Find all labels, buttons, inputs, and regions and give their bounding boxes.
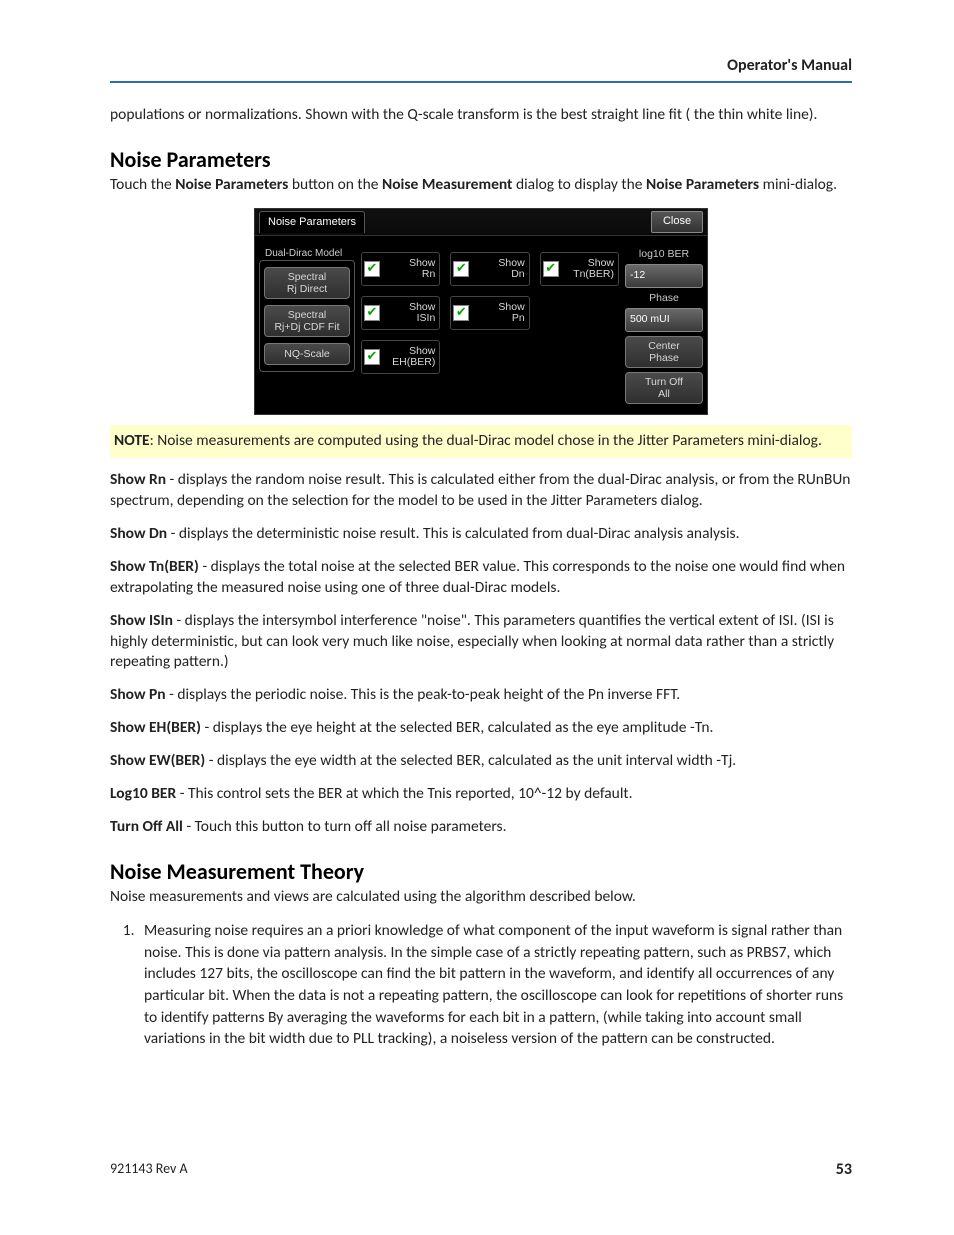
param-show-pn: Show Pn - displays the periodic noise. T… xyxy=(110,685,852,706)
section1-lead: Touch the Noise Parameters button on the… xyxy=(110,175,852,196)
phase-field[interactable]: 500 mUI xyxy=(625,308,703,332)
show-isin-checkbox[interactable]: ✔ ShowISIn xyxy=(361,296,440,330)
spectral-rj-dj-cdf-fit-button[interactable]: SpectralRj+Dj CDF Fit xyxy=(264,305,350,337)
nq-scale-button[interactable]: NQ-Scale xyxy=(264,343,350,365)
log10-ber-label: log10 BER xyxy=(625,248,703,260)
checkmark-icon: ✔ xyxy=(364,261,380,277)
checkmark-icon: ✔ xyxy=(543,261,559,277)
param-show-ew-ber: Show EW(BER) - displays the eye width at… xyxy=(110,751,852,772)
intro-paragraph: populations or normalizations. Shown wit… xyxy=(110,105,852,126)
param-turn-off-all: Turn Off All - Touch this button to turn… xyxy=(110,817,852,838)
section-noise-theory-heading: Noise Measurement Theory xyxy=(110,858,852,885)
header-rule xyxy=(110,81,852,83)
show-pn-checkbox[interactable]: ✔ ShowPn xyxy=(450,296,529,330)
close-button[interactable]: Close xyxy=(651,211,703,233)
spectral-rj-direct-button[interactable]: SpectralRj Direct xyxy=(264,267,350,299)
param-show-dn: Show Dn - displays the deterministic noi… xyxy=(110,524,852,545)
turn-off-all-button[interactable]: Turn OffAll xyxy=(625,372,703,404)
footer-page-number: 53 xyxy=(836,1160,852,1179)
show-rn-checkbox[interactable]: ✔ ShowRn xyxy=(361,252,440,286)
note-box: NOTE: Noise measurements are computed us… xyxy=(110,425,852,458)
noise-parameters-dialog: Noise Parameters Close Dual-Dirac Model … xyxy=(254,208,708,415)
checkmark-icon: ✔ xyxy=(453,261,469,277)
tab-noise-parameters[interactable]: Noise Parameters xyxy=(259,211,365,233)
checkmark-icon: ✔ xyxy=(364,349,380,365)
section2-lead: Noise measurements and views are calcula… xyxy=(110,887,852,908)
checkmark-icon: ✔ xyxy=(453,305,469,321)
footer-rev: 921143 Rev A xyxy=(110,1160,188,1179)
show-tn-ber-checkbox[interactable]: ✔ ShowTn(BER) xyxy=(540,252,619,286)
section-noise-parameters-heading: Noise Parameters xyxy=(110,146,852,173)
param-show-rn: Show Rn - displays the random noise resu… xyxy=(110,470,852,512)
checkmark-icon: ✔ xyxy=(364,305,380,321)
param-show-isin: Show ISIn - displays the intersymbol int… xyxy=(110,611,852,674)
param-log10-ber: Log10 BER - This control sets the BER at… xyxy=(110,784,852,805)
dual-dirac-group-label: Dual-Dirac Model xyxy=(263,248,355,259)
page-header: Operator's Manual xyxy=(110,56,852,81)
show-dn-checkbox[interactable]: ✔ ShowDn xyxy=(450,252,529,286)
phase-label: Phase xyxy=(625,292,703,304)
show-eh-ber-checkbox[interactable]: ✔ ShowEH(BER) xyxy=(361,340,440,374)
param-show-eh-ber: Show EH(BER) - displays the eye height a… xyxy=(110,718,852,739)
theory-item-1: Measuring noise requires an a priori kno… xyxy=(138,920,852,1050)
center-phase-button[interactable]: CenterPhase xyxy=(625,336,703,368)
param-show-tn-ber: Show Tn(BER) - displays the total noise … xyxy=(110,557,852,599)
log10-ber-field[interactable]: -12 xyxy=(625,264,703,288)
